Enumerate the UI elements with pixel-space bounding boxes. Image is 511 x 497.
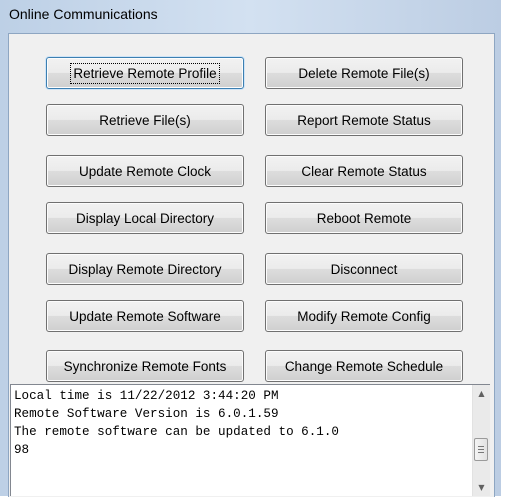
report-remote-status-label: Report Remote Status xyxy=(297,112,431,128)
synchronize-remote-fonts-label: Synchronize Remote Fonts xyxy=(63,358,227,374)
window-title: Online Communications xyxy=(9,6,158,22)
display-local-directory-label: Display Local Directory xyxy=(75,210,215,226)
scroll-down-arrow-icon[interactable]: ▼ xyxy=(473,479,490,496)
output-log-text: Local time is 11/22/2012 3:44:20 PM Remo… xyxy=(14,389,339,457)
disconnect-button[interactable]: Disconnect xyxy=(265,253,463,285)
update-remote-clock-button[interactable]: Update Remote Clock xyxy=(46,155,244,187)
vertical-scrollbar[interactable]: ▲ ▼ xyxy=(472,385,490,496)
display-local-directory-button[interactable]: Display Local Directory xyxy=(46,202,244,234)
delete-remote-files-label: Delete Remote File(s) xyxy=(298,65,430,81)
scroll-up-arrow-icon[interactable]: ▲ xyxy=(473,385,490,402)
delete-remote-files-button[interactable]: Delete Remote File(s) xyxy=(265,57,463,89)
grip-icon xyxy=(478,449,484,450)
update-remote-clock-label: Update Remote Clock xyxy=(78,163,212,179)
display-remote-directory-button[interactable]: Display Remote Directory xyxy=(46,253,244,285)
update-remote-software-button[interactable]: Update Remote Software xyxy=(46,300,244,332)
modify-remote-config-button[interactable]: Modify Remote Config xyxy=(265,300,463,332)
clear-remote-status-label: Clear Remote Status xyxy=(301,163,427,179)
reboot-remote-label: Reboot Remote xyxy=(316,210,412,226)
change-remote-schedule-button[interactable]: Change Remote Schedule xyxy=(265,350,463,382)
retrieve-remote-profile-label: Retrieve Remote Profile xyxy=(70,62,220,84)
output-log[interactable]: Local time is 11/22/2012 3:44:20 PM Remo… xyxy=(10,384,490,496)
change-remote-schedule-label: Change Remote Schedule xyxy=(284,358,444,374)
clear-remote-status-button[interactable]: Clear Remote Status xyxy=(265,155,463,187)
report-remote-status-button[interactable]: Report Remote Status xyxy=(265,104,463,136)
retrieve-files-label: Retrieve File(s) xyxy=(99,112,191,128)
display-remote-directory-label: Display Remote Directory xyxy=(68,261,222,277)
grip-icon xyxy=(478,446,484,447)
scroll-thumb[interactable] xyxy=(474,438,488,461)
retrieve-files-button[interactable]: Retrieve File(s) xyxy=(46,104,244,136)
modify-remote-config-label: Modify Remote Config xyxy=(297,308,431,324)
disconnect-label: Disconnect xyxy=(330,261,398,277)
reboot-remote-button[interactable]: Reboot Remote xyxy=(265,202,463,234)
grip-icon xyxy=(478,452,484,453)
update-remote-software-label: Update Remote Software xyxy=(69,308,221,324)
retrieve-remote-profile-button[interactable]: Retrieve Remote Profile xyxy=(46,57,244,89)
synchronize-remote-fonts-button[interactable]: Synchronize Remote Fonts xyxy=(46,350,244,382)
